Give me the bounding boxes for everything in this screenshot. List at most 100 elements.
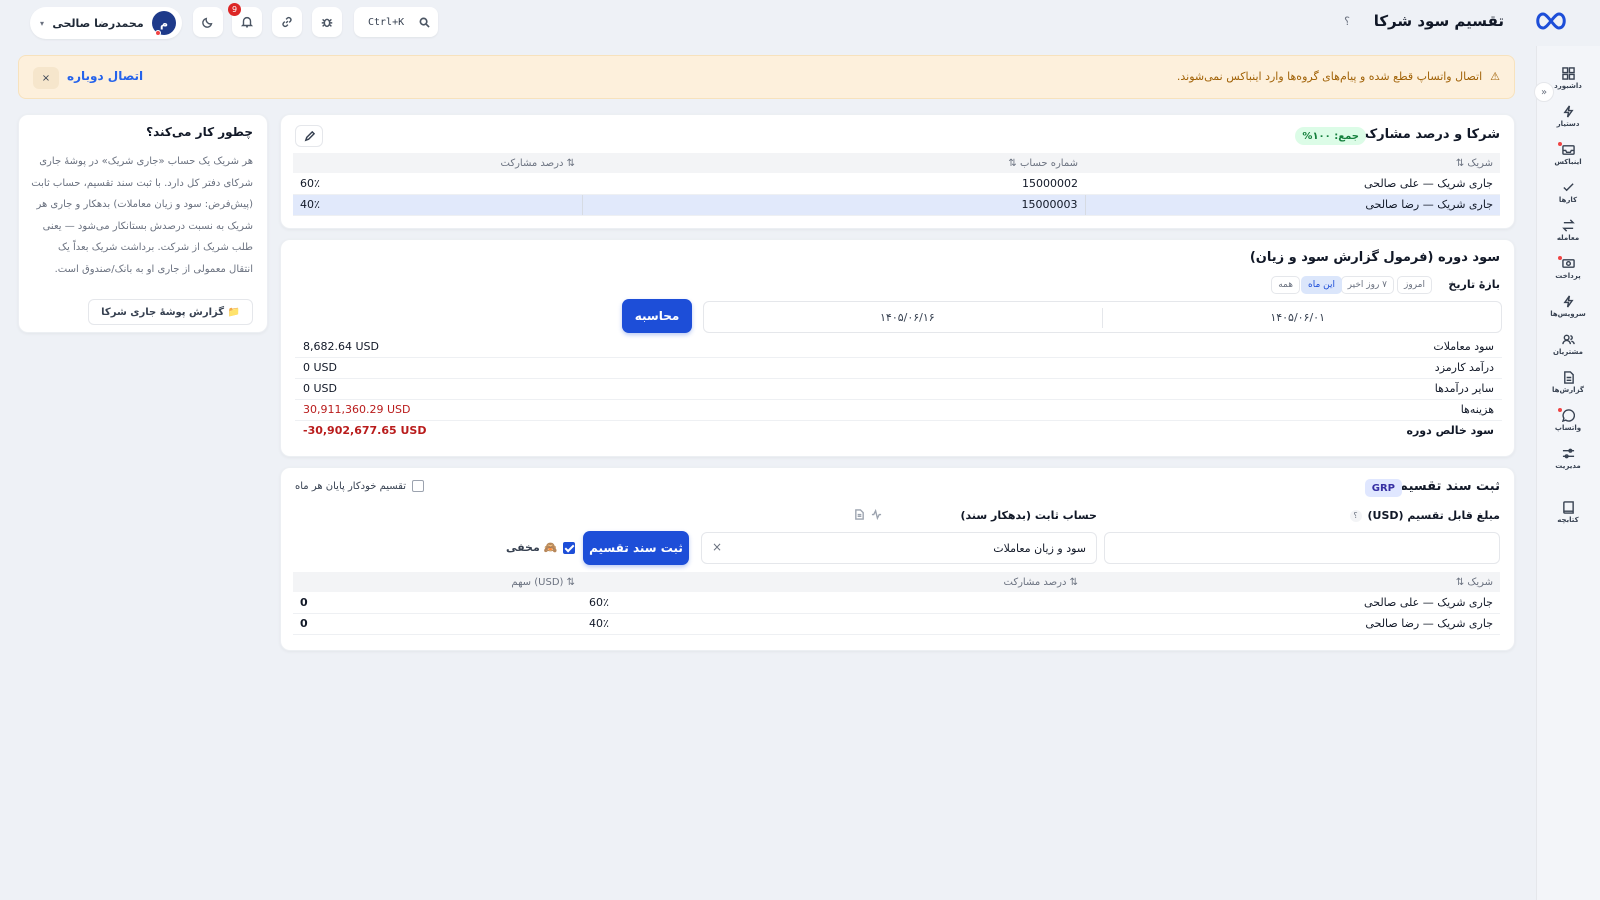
hidden-label: 🙈 مخفی <box>506 541 558 554</box>
table-row[interactable]: جاری شریک — رضا صالحی 15000003 40٪ <box>293 194 1500 216</box>
column-header-account[interactable]: شماره حساب ⇅ <box>582 153 1085 173</box>
avatar-initial: م <box>159 16 169 30</box>
avatar: م <box>151 11 176 36</box>
range-chip-7-days[interactable]: ۷ روز اخیر <box>1340 276 1394 294</box>
sidebar-item-handbook[interactable]: کتابچه <box>1536 494 1600 530</box>
alert-message-row: ⚠ اتصال واتساپ قطع شده و پیام‌های گروه‌ه… <box>1177 70 1500 83</box>
sidebar-item-label: دستیار <box>1556 119 1580 128</box>
edit-partners-button[interactable] <box>295 125 323 147</box>
table-row[interactable]: جاری شریک — علی صالحی 15000002 60٪ <box>293 173 1500 195</box>
fixed-account-select[interactable]: سود و زیان معاملات × <box>701 532 1097 564</box>
cash-icon <box>1561 258 1575 268</box>
bell-icon <box>240 16 254 28</box>
auto-allocate-label: تقسیم خودکار پایان هر ماه <box>295 480 407 492</box>
column-header-percent[interactable]: ⇅ درصد مشارکت <box>582 572 1085 592</box>
range-chip-all[interactable]: همه <box>1271 276 1300 294</box>
partners-folder-report-button[interactable]: 📁 گزارش پوشهٔ جاری شرکا <box>88 299 253 325</box>
grid-icon <box>1561 66 1575 80</box>
account-number: 15000003 <box>582 194 1086 216</box>
table-row[interactable]: جاری شریک — علی صالحی 60٪ 0 <box>293 592 1500 614</box>
unread-dot <box>1558 142 1562 146</box>
reconnect-link[interactable]: اتصال دوباره <box>67 69 143 83</box>
partner-name: جاری شریک — رضا صالحی <box>1085 194 1500 216</box>
pl-row: هزینه‌ها 30,911,360.29 USD <box>295 400 1502 421</box>
sidebar-item-label: اینباکس <box>1554 157 1582 166</box>
pl-value: 0 USD <box>303 361 337 374</box>
amount-label-text: مبلغ قابل تقسیم (USD) <box>1367 509 1501 522</box>
partners-title: شرکا و درصد مشارکت <box>1355 127 1500 142</box>
table-row[interactable]: جاری شریک — رضا صالحی 40٪ 0 <box>293 613 1500 635</box>
sidebar-item-label: کتابچه <box>1557 515 1579 524</box>
notifications-button[interactable]: 9 <box>228 3 262 37</box>
theme-toggle-button[interactable] <box>193 7 223 37</box>
amount-input[interactable] <box>1104 532 1500 564</box>
range-chip-this-month[interactable]: این ماه <box>1301 276 1342 294</box>
column-header-percent[interactable]: ⇅ درصد مشارکت <box>293 153 582 173</box>
column-header-partner[interactable]: شریک ⇅ <box>1085 153 1500 173</box>
sidebar-item-whatsapp[interactable]: واتساپ <box>1536 402 1600 438</box>
status-dot <box>154 30 161 36</box>
document-icon[interactable] <box>854 509 865 520</box>
swap-icon <box>1561 218 1575 232</box>
sidebar-item-reports[interactable]: گزارش‌ها <box>1536 364 1600 400</box>
sidebar-item-label: مشتریان <box>1553 347 1583 356</box>
pl-label: سایر درآمدها <box>1434 382 1494 395</box>
chat-icon <box>1561 408 1575 422</box>
calculate-button[interactable]: محاسبه <box>622 299 692 333</box>
sidebar-item-services[interactable]: سرویس‌ها <box>1536 288 1600 324</box>
pl-row: سایر درآمدها 0 USD <box>295 379 1502 400</box>
activity-icon[interactable] <box>871 509 882 520</box>
hidden-toggle[interactable]: 🙈 مخفی <box>506 541 576 554</box>
sidebar-item-label: مدیریت <box>1555 461 1581 470</box>
sidebar-item-customers[interactable]: مشتریان <box>1536 326 1600 362</box>
user-menu[interactable]: ▾ محمدرضا صالحی م <box>30 7 182 39</box>
moon-icon <box>202 17 213 28</box>
auto-allocate-toggle[interactable]: تقسیم خودکار پایان هر ماه <box>295 480 425 492</box>
date-to[interactable]: ۱۴۰۵/۰۶/۱۶ <box>880 311 935 324</box>
amount-field-label: مبلغ قابل تقسیم (USD) ؟ <box>1349 509 1501 522</box>
users-icon <box>1561 334 1575 344</box>
sidebar-item-label: معامله <box>1556 233 1580 242</box>
hidden-checkbox[interactable] <box>563 541 576 554</box>
submit-allocation-button[interactable]: ثبت سند تقسیم <box>583 531 689 565</box>
pl-label: سود معاملات <box>1433 340 1494 353</box>
notification-badge: 9 <box>228 3 241 16</box>
search-shortcut: Ctrl+K <box>368 16 405 28</box>
range-chip-today[interactable]: امروز <box>1397 276 1432 294</box>
sidebar-item-label: پرداخت <box>1555 271 1581 280</box>
date-from[interactable]: ۱۴۰۵/۰۶/۰۱ <box>1270 311 1325 324</box>
how-it-works-text: هر شریک یک حساب «جاری شریک» در پوشهٔ جار… <box>31 156 253 275</box>
close-icon[interactable]: × <box>33 67 59 89</box>
user-name: محمدرضا صالحی <box>52 16 144 30</box>
inbox-icon <box>1561 144 1575 155</box>
link-button[interactable] <box>272 7 302 37</box>
sidebar-item-payment[interactable]: پرداخت <box>1536 250 1600 286</box>
allocation-title: ثبت سند تقسیم <box>1398 479 1500 494</box>
sidebar-item-dashboard[interactable]: داشبورد <box>1536 60 1600 96</box>
sidebar-item-admin[interactable]: مدیریت <box>1536 440 1600 476</box>
whatsapp-disconnected-alert: ⚠ اتصال واتساپ قطع شده و پیام‌های گروه‌ه… <box>18 55 1515 99</box>
sidebar-item-label: داشبورد <box>1554 81 1582 90</box>
right-sidebar: » داشبورد دستیار اینباکس کارها معامله پر… <box>1534 46 1600 900</box>
page-help-icon[interactable]: ؟ <box>1344 15 1350 28</box>
search-button[interactable]: Ctrl+K <box>354 7 438 37</box>
date-range-input[interactable]: ۱۴۰۵/۰۶/۰۱ ۱۴۰۵/۰۶/۱۶ <box>703 301 1502 333</box>
help-icon[interactable]: ؟ <box>1349 509 1362 522</box>
brand-logo[interactable] <box>1534 10 1568 32</box>
allocation-table: شریک ⇅ ⇅ درصد مشارکت ⇅ (USD) سهم جاری شر… <box>293 572 1500 635</box>
sidebar-item-tasks[interactable]: کارها <box>1536 174 1600 210</box>
column-header-partner[interactable]: شریک ⇅ <box>1085 572 1500 592</box>
close-icon[interactable]: × <box>712 540 722 554</box>
column-header-share[interactable]: ⇅ (USD) سهم <box>293 572 582 592</box>
auto-allocate-checkbox[interactable] <box>412 480 425 492</box>
sidebar-item-assistant[interactable]: دستیار <box>1536 98 1600 134</box>
pl-row: درآمد کارمزد 0 USD <box>295 358 1502 379</box>
bug-report-button[interactable] <box>312 7 342 37</box>
link-icon <box>282 16 292 28</box>
partner-percent: 60٪ <box>582 592 1085 614</box>
sidebar-item-inbox[interactable]: اینباکس <box>1536 136 1600 172</box>
sidebar-item-label: واتساپ <box>1554 423 1582 432</box>
sidebar-item-trade[interactable]: معامله <box>1536 212 1600 248</box>
partner-percent: 40٪ <box>293 194 583 216</box>
pl-row: سود معاملات 8,682.64 USD <box>295 337 1502 358</box>
